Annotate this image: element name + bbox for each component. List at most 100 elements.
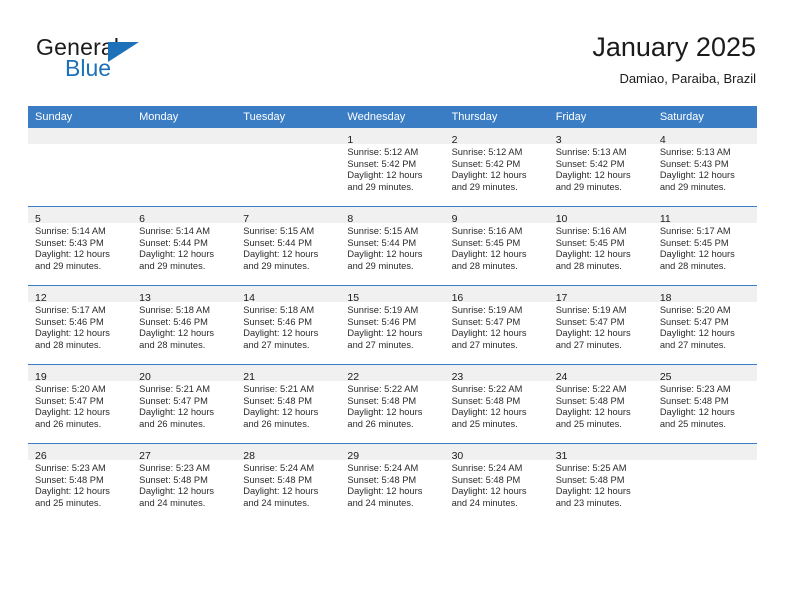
day-cell-inner: 2 Sunrise: 5:12 AM Sunset: 5:42 PM Daylight…: [444, 128, 549, 206]
day-number-band: 20: [132, 365, 237, 383]
day-number: 23: [451, 371, 464, 383]
weekday-header-sunday: Sunday: [28, 106, 133, 128]
calendar-day-cell[interactable]: 12 Sunrise: 5:17 AM Sunset: 5:46 PM Dayligh…: [28, 285, 133, 365]
daylight-duration-line2: and 24 minutes.: [347, 497, 414, 508]
day-number: 10: [555, 213, 568, 225]
day-number-band: 28: [236, 444, 341, 462]
calendar-day-cell[interactable]: 29 Sunrise: 5:24 AM Sunset: 5:48 PM Dayligh…: [340, 443, 445, 522]
day-sun-info: Sunrise: 5:19 AM Sunset: 5:47 PM Daylight:…: [445, 302, 549, 351]
day-number: 30: [451, 450, 464, 462]
daylight-duration-line2: and 25 minutes.: [35, 497, 102, 508]
day-cell-inner: 13 Sunrise: 5:18 AM Sunset: 5:46 PM Dayligh…: [132, 286, 237, 364]
sunrise-time: Sunrise: 5:23 AM: [139, 463, 210, 473]
sunset-time: Sunset: 5:47 PM: [139, 395, 208, 406]
calendar-day-cell[interactable]: 7 Sunrise: 5:15 AM Sunset: 5:44 PM Daylight…: [236, 206, 341, 286]
sunset-time: Sunset: 5:43 PM: [659, 158, 729, 169]
calendar-day-cell[interactable]: 21 Sunrise: 5:21 AM Sunset: 5:48 PM Dayligh…: [236, 364, 341, 444]
day-number: 20: [139, 371, 151, 383]
daylight-duration-line1: Daylight: 12 hours: [243, 407, 319, 418]
calendar-day-cell[interactable]: 25 Sunrise: 5:23 AM Sunset: 5:48 PM Dayligh…: [652, 364, 757, 444]
day-number: 15: [347, 292, 360, 304]
day-number: 13: [139, 292, 151, 304]
calendar-day-cell[interactable]: 9 Sunrise: 5:16 AM Sunset: 5:45 PM Daylight…: [444, 206, 549, 286]
daylight-duration-line2: and 26 minutes.: [35, 418, 102, 429]
calendar-day-cell[interactable]: 17 Sunrise: 5:19 AM Sunset: 5:47 PM Dayligh…: [548, 285, 653, 365]
day-number-band: 23: [444, 365, 549, 383]
sunset-time: Sunset: 5:42 PM: [451, 158, 521, 169]
calendar-day-cell[interactable]: 2 Sunrise: 5:12 AM Sunset: 5:42 PM Daylight…: [444, 128, 549, 207]
calendar-day-cell[interactable]: 30 Sunrise: 5:24 AM Sunset: 5:48 PM Dayligh…: [444, 443, 549, 522]
day-sun-info: Sunrise: 5:21 AM Sunset: 5:48 PM Daylight:…: [236, 381, 340, 430]
calendar-day-cell[interactable]: 23 Sunrise: 5:22 AM Sunset: 5:48 PM Dayligh…: [444, 364, 549, 444]
day-number: 7: [243, 213, 250, 225]
daylight-duration-line2: and 29 minutes.: [35, 260, 102, 271]
sunrise-time: Sunrise: 5:24 AM: [243, 463, 315, 473]
calendar-day-cell[interactable]: 6 Sunrise: 5:14 AM Sunset: 5:44 PM Daylight…: [132, 206, 237, 286]
calendar-day-cell[interactable]: 14 Sunrise: 5:18 AM Sunset: 5:46 PM Dayligh…: [236, 285, 341, 365]
day-number: 12: [35, 292, 47, 304]
daylight-duration-line1: Daylight: 12 hours: [555, 249, 631, 260]
day-number-band: [132, 128, 237, 144]
daylight-duration-line2: and 27 minutes.: [347, 339, 414, 350]
day-cell-inner: [28, 128, 133, 206]
sunrise-time: Sunrise: 5:23 AM: [35, 463, 106, 473]
sunset-time: Sunset: 5:45 PM: [555, 237, 625, 248]
day-cell-inner: 11 Sunrise: 5:17 AM Sunset: 5:45 PM Dayligh…: [652, 207, 757, 285]
calendar-day-cell[interactable]: 10 Sunrise: 5:16 AM Sunset: 5:45 PM Dayligh…: [548, 206, 653, 286]
calendar-day-cell-empty: [28, 128, 133, 207]
calendar-week-row: 12 Sunrise: 5:17 AM Sunset: 5:46 PM Dayligh…: [28, 285, 757, 365]
calendar-header-row-group: Sunday Monday Tuesday Wednesday Thursday…: [28, 106, 757, 128]
day-number-band: 6: [132, 207, 237, 225]
calendar-day-cell[interactable]: 5 Sunrise: 5:14 AM Sunset: 5:43 PM Daylight…: [28, 206, 133, 286]
day-cell-inner: 27 Sunrise: 5:23 AM Sunset: 5:48 PM Dayligh…: [132, 444, 237, 522]
day-cell-inner: 12 Sunrise: 5:17 AM Sunset: 5:46 PM Dayligh…: [28, 286, 133, 364]
day-number-band: 27: [132, 444, 237, 462]
daylight-duration-line2: and 28 minutes.: [139, 339, 206, 350]
calendar-day-cell[interactable]: 22 Sunrise: 5:22 AM Sunset: 5:48 PM Dayligh…: [340, 364, 445, 444]
calendar-day-cell[interactable]: 16 Sunrise: 5:19 AM Sunset: 5:47 PM Dayligh…: [444, 285, 549, 365]
calendar-day-cell[interactable]: 15 Sunrise: 5:19 AM Sunset: 5:46 PM Dayligh…: [340, 285, 445, 365]
sunset-time: Sunset: 5:44 PM: [243, 237, 313, 248]
daylight-duration-line1: Daylight: 12 hours: [555, 328, 631, 339]
calendar-day-cell[interactable]: 26 Sunrise: 5:23 AM Sunset: 5:48 PM Dayligh…: [28, 443, 133, 522]
daylight-duration-line2: and 24 minutes.: [451, 497, 518, 508]
day-number-band: 29: [340, 444, 445, 462]
daylight-duration-line1: Daylight: 12 hours: [243, 328, 319, 339]
sunrise-time: Sunrise: 5:14 AM: [35, 226, 106, 236]
day-number: 25: [659, 371, 672, 383]
sunrise-time: Sunrise: 5:20 AM: [659, 305, 731, 315]
day-number-band: 13: [132, 286, 237, 304]
calendar-day-cell[interactable]: 31 Sunrise: 5:25 AM Sunset: 5:48 PM Dayligh…: [548, 443, 653, 522]
calendar-day-cell[interactable]: 4 Sunrise: 5:13 AM Sunset: 5:43 PM Daylight…: [652, 128, 757, 207]
sunrise-time: Sunrise: 5:12 AM: [451, 147, 523, 157]
daylight-duration-line2: and 27 minutes.: [451, 339, 518, 350]
day-cell-inner: 6 Sunrise: 5:14 AM Sunset: 5:44 PM Daylight…: [132, 207, 237, 285]
calendar-day-cell[interactable]: 18 Sunrise: 5:20 AM Sunset: 5:47 PM Dayligh…: [652, 285, 757, 365]
day-number: 31: [555, 450, 568, 462]
calendar-day-cell[interactable]: 3 Sunrise: 5:13 AM Sunset: 5:42 PM Daylight…: [548, 128, 653, 207]
day-sun-info: Sunrise: 5:22 AM Sunset: 5:48 PM Daylight:…: [549, 381, 653, 430]
calendar-day-cell[interactable]: 27 Sunrise: 5:23 AM Sunset: 5:48 PM Dayligh…: [132, 443, 237, 522]
calendar-day-cell[interactable]: 19 Sunrise: 5:20 AM Sunset: 5:47 PM Dayligh…: [28, 364, 133, 444]
day-cell-inner: 3 Sunrise: 5:13 AM Sunset: 5:42 PM Daylight…: [548, 128, 653, 206]
day-number: 1: [347, 134, 354, 146]
calendar-day-cell[interactable]: 1 Sunrise: 5:12 AM Sunset: 5:42 PM Daylight…: [340, 128, 445, 207]
calendar-day-cell[interactable]: 8 Sunrise: 5:15 AM Sunset: 5:44 PM Daylight…: [340, 206, 445, 286]
daylight-duration-line2: and 27 minutes.: [555, 339, 622, 350]
calendar-day-cell[interactable]: 13 Sunrise: 5:18 AM Sunset: 5:46 PM Dayligh…: [132, 285, 237, 365]
day-number-band: 1: [340, 128, 445, 146]
calendar-day-cell[interactable]: 28 Sunrise: 5:24 AM Sunset: 5:48 PM Dayligh…: [236, 443, 341, 522]
sunrise-time: Sunrise: 5:21 AM: [243, 384, 315, 394]
calendar-day-cell[interactable]: 11 Sunrise: 5:17 AM Sunset: 5:45 PM Dayligh…: [652, 206, 757, 286]
day-cell-inner: 21 Sunrise: 5:21 AM Sunset: 5:48 PM Dayligh…: [236, 365, 341, 443]
daylight-duration-line2: and 29 minutes.: [451, 181, 518, 192]
calendar-day-cell[interactable]: 20 Sunrise: 5:21 AM Sunset: 5:47 PM Dayligh…: [132, 364, 237, 444]
day-number-band: 10: [548, 207, 653, 225]
calendar-day-cell[interactable]: 24 Sunrise: 5:22 AM Sunset: 5:48 PM Dayligh…: [548, 364, 653, 444]
daylight-duration-line1: Daylight: 12 hours: [659, 407, 735, 418]
daylight-duration-line2: and 29 minutes.: [659, 181, 726, 192]
daylight-duration-line1: Daylight: 12 hours: [139, 486, 215, 497]
day-number: 21: [243, 371, 255, 383]
general-blue-logo[interactable]: General Blue: [36, 34, 256, 90]
daylight-duration-line1: Daylight: 12 hours: [555, 486, 631, 497]
